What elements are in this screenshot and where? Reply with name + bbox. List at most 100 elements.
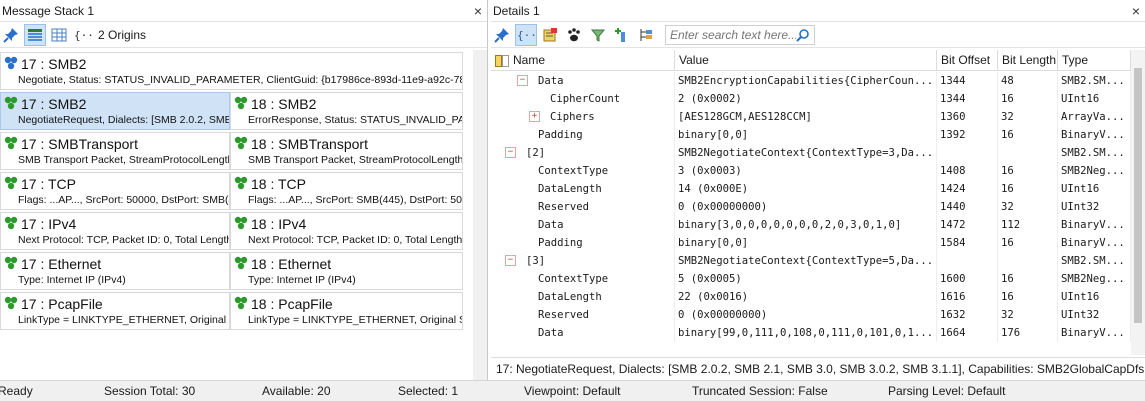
details-cell-bit-offset: 1616 — [937, 288, 998, 306]
frame-box[interactable]: 18 : Ethernet Type: Internet IP (IPv4) — [230, 252, 463, 290]
close-icon[interactable]: × — [474, 0, 482, 22]
details-row[interactable]: ContextType 3 (0x0003) 1408 16 SMB2Neg... — [491, 162, 1131, 180]
collapse-icon[interactable]: − — [517, 75, 528, 86]
details-row[interactable]: Data binary[99,0,111,0,108,0,111,0,101,0,… — [491, 324, 1131, 342]
frame-title-text: 18 : SMB2 — [251, 96, 317, 112]
details-row[interactable]: − [3] SMB2NegotiateContext{ContextType=5,D… — [491, 252, 1131, 270]
close-icon[interactable]: × — [1132, 0, 1140, 22]
details-row[interactable]: + Ciphers [AES128GCM,AES128CCM] 1360 32 Array… — [491, 108, 1131, 126]
frame-subtitle: Negotiate, Status: STATUS_INVALID_PARAME… — [18, 74, 463, 86]
search-input[interactable] — [670, 27, 796, 42]
details-cell-bit-length: 16 — [998, 162, 1058, 180]
frame-subtitle: Flags: ...AP..., SrcPort: SMB(445), DstP… — [248, 194, 463, 206]
details-panel: Details 1 × {···} — [491, 0, 1145, 380]
properties-icon[interactable] — [539, 24, 561, 46]
details-row[interactable]: − [2] SMB2NegotiateContext{ContextType=3,D… — [491, 144, 1131, 162]
details-row[interactable]: Reserved 0 (0x00000000) 1440 32 UInt32 — [491, 198, 1131, 216]
frame-subtitle: Next Protocol: TCP, Packet ID: 0, Total … — [248, 234, 463, 246]
frame-title: 17 : SMB2 — [3, 95, 86, 113]
details-cell-bit-offset: 1632 — [937, 306, 998, 324]
frame-box[interactable]: 17 : SMBTransport SMB Transport Packet, S… — [0, 132, 230, 170]
field-name: Data — [538, 327, 564, 339]
pin-icon[interactable] — [491, 24, 513, 46]
grid-view-icon[interactable] — [48, 24, 70, 46]
details-cell-value: 3 (0x0003) — [675, 162, 937, 180]
details-cell-bit-length: 176 — [998, 324, 1058, 342]
frame-icon — [233, 215, 249, 234]
details-cell-type: SMB2.SM... — [1058, 72, 1131, 90]
field-name: [2] — [526, 147, 546, 159]
details-row[interactable]: Padding binary[0,0] 1392 16 BinaryV... — [491, 126, 1131, 144]
status-truncated-session: Truncated Session: False — [692, 384, 828, 398]
field-name: DataLength — [538, 183, 602, 195]
details-row[interactable]: DataLength 14 (0x000E) 1424 16 UInt16 — [491, 180, 1131, 198]
field-name: Data — [538, 219, 564, 231]
column-header-type[interactable]: Type — [1058, 50, 1131, 71]
frame-subtitle: LinkType = LINKTYPE_ETHERNET, Original S… — [18, 314, 230, 326]
details-cell-bit-offset — [937, 144, 998, 162]
tree-sort-icon[interactable] — [635, 24, 657, 46]
frame-box[interactable]: 17 : SMB2 Negotiate, Status: STATUS_INVAL… — [0, 52, 463, 90]
details-row[interactable]: Data binary[3,0,0,0,0,0,0,0,2,0,3,0,1,0] 1… — [491, 216, 1131, 234]
details-cell-name: Padding — [491, 126, 675, 144]
column-chooser-icon[interactable] — [495, 54, 509, 67]
search-icon[interactable] — [796, 28, 810, 45]
column-header-name[interactable]: Name — [491, 50, 675, 71]
details-scrollbar[interactable] — [1131, 50, 1145, 355]
details-cell-type: UInt32 — [1058, 306, 1131, 324]
details-row[interactable]: ContextType 5 (0x0005) 1600 16 SMB2Neg... — [491, 270, 1131, 288]
details-row[interactable]: − Data SMB2EncryptionCapabilities{CipherCo… — [491, 72, 1131, 90]
frame-box[interactable]: 18 : PcapFile LinkType = LINKTYPE_ETHERNE… — [230, 292, 463, 330]
frame-title: 17 : TCP — [3, 175, 76, 193]
details-cell-bit-offset: 1584 — [937, 234, 998, 252]
frame-box[interactable]: 17 : PcapFile LinkType = LINKTYPE_ETHERNE… — [0, 292, 230, 330]
details-cell-value: binary[3,0,0,0,0,0,0,0,2,0,3,0,1,0] — [675, 216, 937, 234]
details-row[interactable]: Padding binary[0,0] 1584 16 BinaryV... — [491, 234, 1131, 252]
filter-icon[interactable] — [587, 24, 609, 46]
details-cell-value: 22 (0x0016) — [675, 288, 937, 306]
frame-box[interactable]: 18 : IPv4 Next Protocol: TCP, Packet ID: … — [230, 212, 463, 250]
frame-icon — [233, 135, 249, 154]
field-name: [3] — [526, 255, 546, 267]
paw-icon[interactable] — [563, 24, 585, 46]
frame-icon — [233, 95, 249, 114]
details-cell-bit-length: 48 — [998, 72, 1058, 90]
pin-icon[interactable] — [0, 24, 22, 46]
details-cell-value: 2 (0x0002) — [675, 90, 937, 108]
frame-title: 18 : TCP — [233, 175, 306, 193]
details-cell-type: UInt32 — [1058, 198, 1131, 216]
details-row[interactable]: CipherCount 2 (0x0002) 1344 16 UInt16 — [491, 90, 1131, 108]
column-header-bit-length[interactable]: Bit Length — [998, 50, 1058, 71]
details-cell-value: binary[99,0,111,0,108,0,111,0,101,0,1... — [675, 324, 937, 342]
column-header-bit-offset[interactable]: Bit Offset — [937, 50, 998, 71]
frame-title: 17 : SMB2 — [3, 55, 86, 73]
frame-box[interactable]: 17 : IPv4 Next Protocol: TCP, Packet ID: … — [0, 212, 230, 250]
frame-icon — [233, 255, 249, 274]
details-cell-name: Data — [491, 216, 675, 234]
details-scrollbar-thumb[interactable] — [1134, 68, 1142, 323]
details-row[interactable]: Reserved 0 (0x00000000) 1632 32 UInt32 — [491, 306, 1131, 324]
frame-title-text: 17 : Ethernet — [21, 256, 102, 272]
collapse-icon[interactable]: − — [505, 147, 516, 158]
details-cell-type: UInt16 — [1058, 288, 1131, 306]
svg-text:{···}: {···} — [517, 29, 535, 42]
stacked-view-icon[interactable] — [24, 23, 46, 46]
braces-icon[interactable]: {···} — [515, 23, 537, 46]
expand-icon[interactable]: + — [529, 111, 540, 122]
message-stack-scrollbar[interactable] — [473, 50, 487, 380]
add-column-icon[interactable] — [611, 24, 633, 46]
search-field[interactable] — [665, 24, 815, 45]
frame-box[interactable]: 17 : Ethernet Type: Internet IP (IPv4) — [0, 252, 230, 290]
details-cell-bit-length: 16 — [998, 288, 1058, 306]
details-row[interactable]: DataLength 22 (0x0016) 1616 16 UInt16 — [491, 288, 1131, 306]
frame-title-text: 18 : Ethernet — [251, 256, 332, 272]
braces-icon[interactable]: {···} — [72, 24, 94, 46]
column-header-value[interactable]: Value — [675, 50, 937, 71]
details-cell-value: 0 (0x00000000) — [675, 306, 937, 324]
frame-box[interactable]: 18 : SMB2 ErrorResponse, Status: STATUS_I… — [230, 92, 463, 130]
collapse-icon[interactable]: − — [505, 255, 516, 266]
frame-box[interactable]: 18 : TCP Flags: ...AP..., SrcPort: SMB(44… — [230, 172, 463, 210]
frame-box[interactable]: 17 : SMB2 NegotiateRequest, Dialects: [SM… — [0, 92, 230, 130]
frame-box[interactable]: 18 : SMBTransport SMB Transport Packet, S… — [230, 132, 463, 170]
frame-box[interactable]: 17 : TCP Flags: ...AP..., SrcPort: 50000,… — [0, 172, 230, 210]
